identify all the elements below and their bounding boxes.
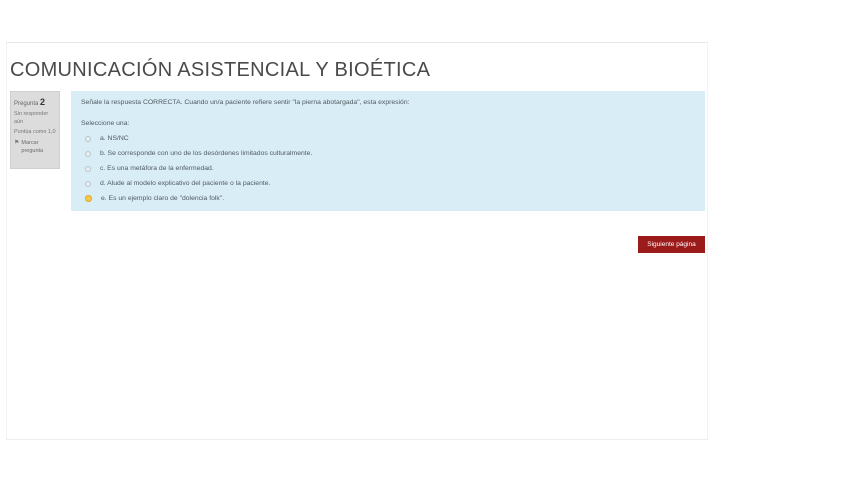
answer-label: a. NS/NC [100, 135, 129, 142]
question-score: Puntúa como 1,0 [14, 128, 56, 135]
radio-button-selected[interactable] [85, 195, 92, 202]
radio-button[interactable] [85, 165, 91, 172]
answer-label: d. Alude al modelo explicativo del pacie… [100, 180, 271, 187]
answer-option-d[interactable]: d. Alude al modelo explicativo del pacie… [81, 176, 695, 191]
answer-option-a[interactable]: a. NS/NC [81, 131, 695, 146]
answer-option-e[interactable]: e. Es un ejemplo claro de "dolencia folk… [81, 191, 695, 206]
flag-icon: ⚑ [14, 140, 20, 147]
radio-button[interactable] [85, 180, 91, 187]
quiz-page: COMUNICACIÓN ASISTENCIAL Y BIOÉTICA Preg… [6, 42, 708, 440]
answer-label: e. Es un ejemplo claro de "dolencia folk… [101, 195, 225, 202]
question-info-panel: Pregunta 2 Sin responder aún Puntúa como… [10, 91, 60, 169]
answer-prompt: Seleccione una: [81, 120, 130, 127]
question-status: Sin responder aún [14, 111, 49, 125]
radio-button[interactable] [85, 150, 91, 157]
question-label: Pregunta [14, 101, 39, 107]
answer-label: b. Se corresponde con uno de los desórde… [100, 150, 313, 157]
page-title: COMUNICACIÓN ASISTENCIAL Y BIOÉTICA [10, 59, 431, 81]
flag-label: Marcar pregunta [21, 140, 44, 154]
answer-label: c. Es una metáfora de la enfermedad. [100, 165, 214, 172]
question-text: Señale la respuesta CORRECTA. Cuando un/… [81, 99, 410, 106]
answer-option-b[interactable]: b. Se corresponde con uno de los desórde… [81, 146, 695, 161]
question-box: Señale la respuesta CORRECTA. Cuando un/… [71, 91, 705, 211]
question-number-value: 2 [40, 97, 46, 107]
answer-option-c[interactable]: c. Es una metáfora de la enfermedad. [81, 161, 695, 176]
next-page-button[interactable]: Siguiente página [638, 236, 705, 253]
flag-question-link[interactable]: ⚑ Marcar pregunta [14, 140, 56, 155]
question-number: Pregunta 2 [14, 96, 56, 108]
radio-button[interactable] [85, 135, 91, 142]
